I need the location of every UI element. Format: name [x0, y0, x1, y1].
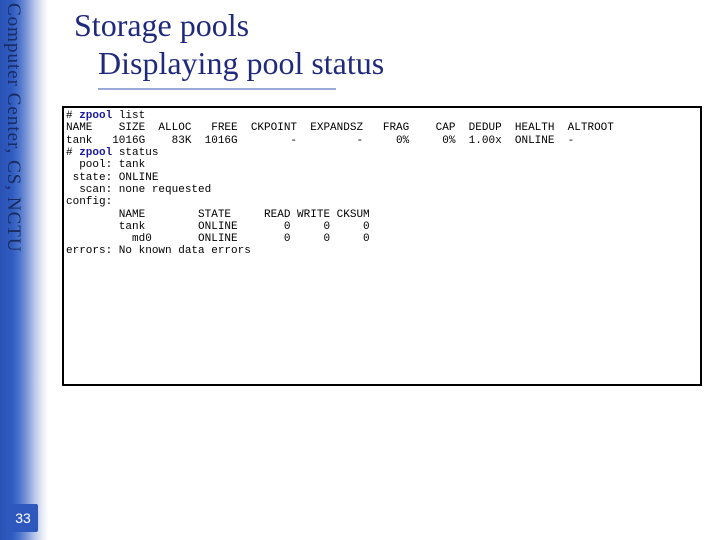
- title-line-2: Displaying pool status: [74, 44, 384, 82]
- slide: Computer Center, CS, NCTU 33 Storage poo…: [0, 0, 720, 540]
- cmd-keyword: zpool: [79, 110, 112, 122]
- cmd-keyword: zpool: [79, 147, 112, 159]
- status-pool: pool: tank: [66, 159, 696, 171]
- cmd-rest: list: [112, 110, 145, 122]
- status-scan: scan: none requested: [66, 184, 696, 196]
- terminal-output: # zpool list NAME SIZE ALLOC FREE CKPOIN…: [62, 106, 702, 386]
- cmd-rest: status: [112, 147, 158, 159]
- sidebar-org-text: Computer Center, CS, NCTU: [2, 3, 24, 253]
- cmd-zpool-status: # zpool status: [66, 147, 696, 159]
- title-line-1: Storage pools: [74, 6, 384, 44]
- zpool-list-row: tank 1016G 83K 1016G - - 0% 0% 1.00x ONL…: [66, 135, 696, 147]
- status-config: config:: [66, 196, 696, 208]
- status-errors: errors: No known data errors: [66, 245, 696, 257]
- config-row-tank: tank ONLINE 0 0 0: [66, 221, 696, 233]
- slide-title: Storage pools Displaying pool status: [74, 6, 384, 83]
- prompt: #: [66, 110, 79, 122]
- status-state: state: ONLINE: [66, 172, 696, 184]
- page-number-badge: 33: [8, 504, 38, 532]
- prompt: #: [66, 147, 79, 159]
- title-underline: [98, 88, 336, 90]
- config-header: NAME STATE READ WRITE CKSUM: [66, 209, 696, 221]
- zpool-list-header: NAME SIZE ALLOC FREE CKPOINT EXPANDSZ FR…: [66, 122, 696, 134]
- cmd-zpool-list: # zpool list: [66, 110, 696, 122]
- config-row-md0: md0 ONLINE 0 0 0: [66, 233, 696, 245]
